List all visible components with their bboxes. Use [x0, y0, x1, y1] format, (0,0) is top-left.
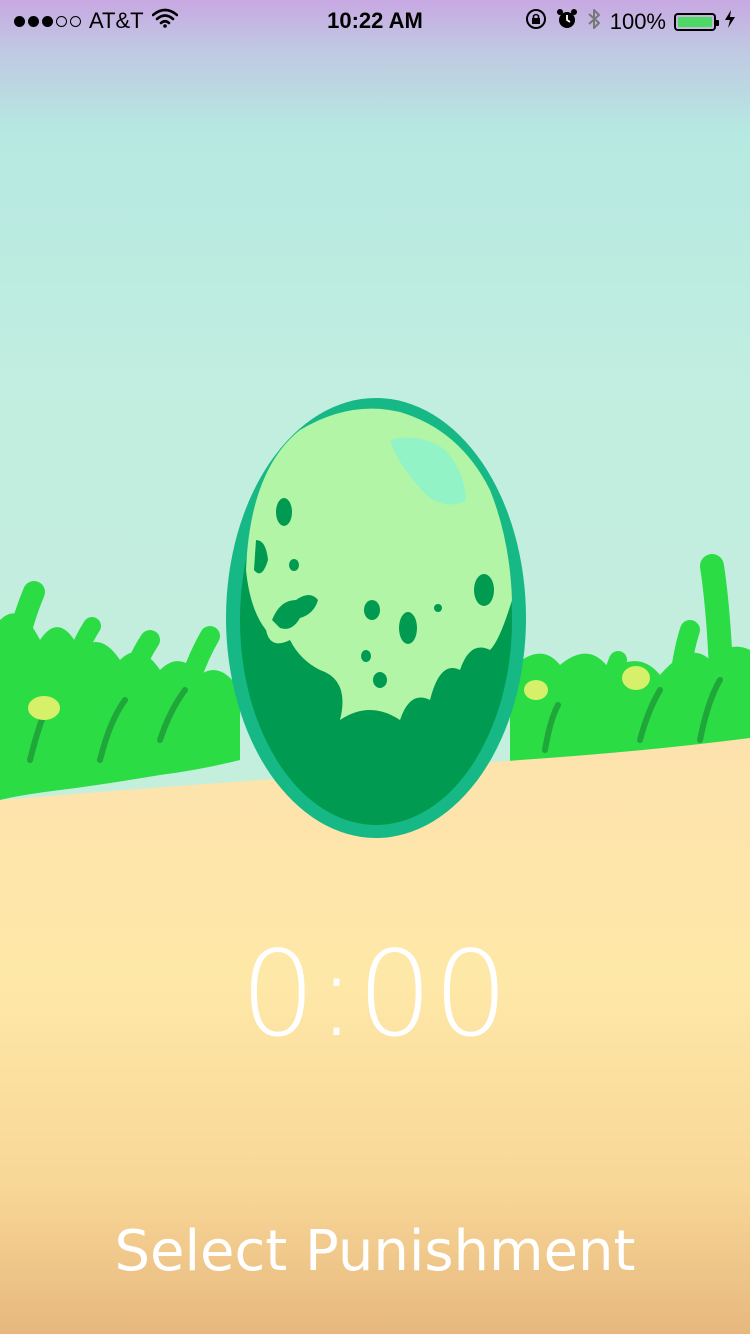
- egg-illustration: [226, 398, 526, 838]
- select-punishment-button[interactable]: Select Punishment: [0, 1212, 750, 1292]
- status-bar: AT&T 10:22 AM 100%: [0, 0, 750, 40]
- battery-tip: [716, 20, 719, 26]
- status-right: 100%: [524, 7, 736, 37]
- alarm-icon: [556, 8, 578, 36]
- battery-percent: 100%: [609, 9, 666, 34]
- rotation-lock-icon: [524, 8, 548, 36]
- battery-level-fill: [678, 17, 712, 27]
- countdown-timer: 0:00: [240, 925, 510, 1063]
- app-screen: AT&T 10:22 AM 100% 0:00 Select Punishmen…: [0, 0, 750, 1334]
- battery-icon: [674, 13, 719, 31]
- bluetooth-icon: [586, 7, 602, 37]
- charging-bolt-icon: [724, 9, 736, 35]
- scene-illustration: [0, 0, 750, 1334]
